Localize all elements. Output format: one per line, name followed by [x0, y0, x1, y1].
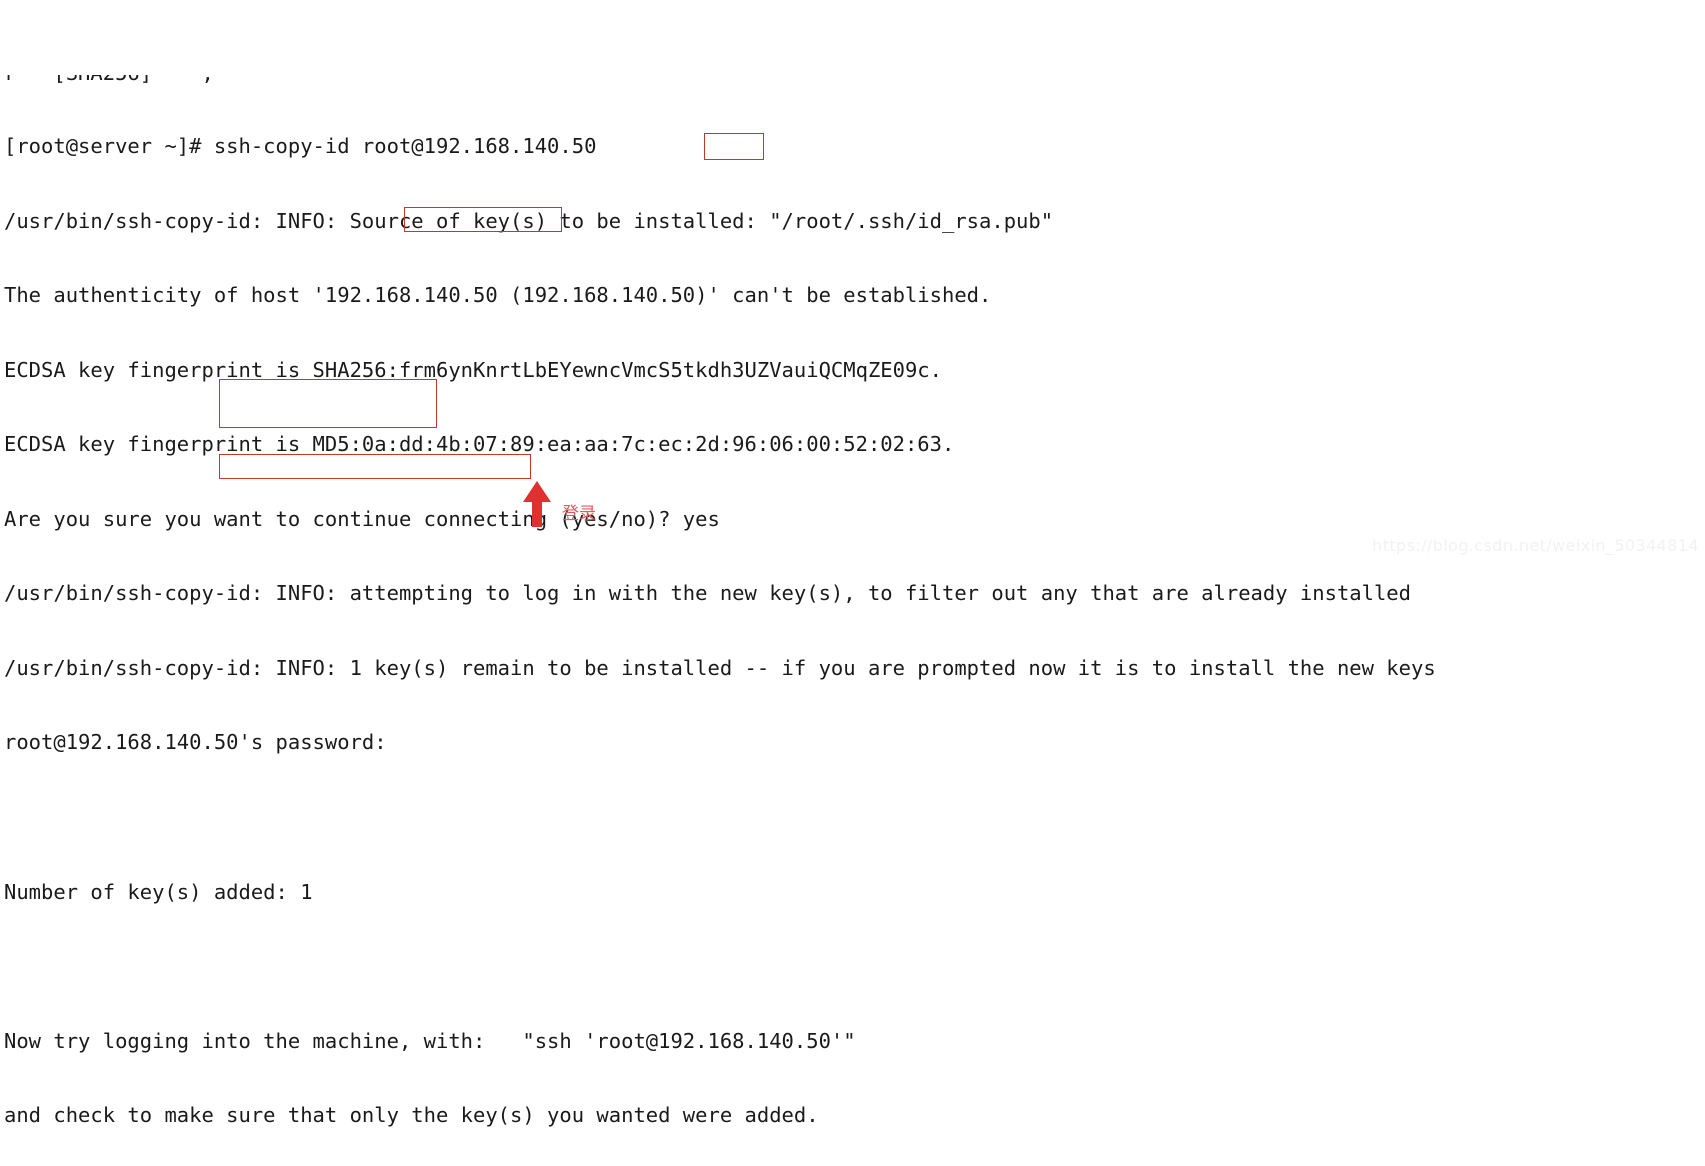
terminal-line: Now try logging into the machine, with: …	[4, 1028, 856, 1053]
terminal-line: Number of key(s) added: 1	[4, 879, 313, 904]
terminal-line: [root@server ~]# ssh-copy-id root@192.16…	[4, 134, 597, 159]
annotation-label-login: 登录	[562, 504, 596, 524]
terminal-line: /usr/bin/ssh-copy-id: INFO: attempting t…	[4, 581, 1411, 606]
terminal-line: The authenticity of host '192.168.140.50…	[4, 283, 992, 308]
terminal-line: r [SHA256] ,	[0, 75, 1705, 85]
watermark: https://blog.csdn.net/weixin_50344814	[1372, 536, 1699, 555]
terminal-line: ECDSA key fingerprint is SHA256:frm6ynKn…	[4, 357, 942, 382]
terminal-line: /usr/bin/ssh-copy-id: INFO: 1 key(s) rem…	[4, 655, 1436, 680]
terminal-window[interactable]: r [SHA256] , [root@server ~]# ssh-copy-i…	[0, 0, 1705, 1127]
terminal-line: Are you sure you want to continue connec…	[4, 506, 720, 531]
terminal-line: root@192.168.140.50's password:	[4, 730, 387, 755]
terminal-line: ECDSA key fingerprint is MD5:0a:dd:4b:07…	[4, 432, 955, 457]
terminal-line: /usr/bin/ssh-copy-id: INFO: Source of ke…	[4, 208, 1054, 233]
terminal-line: and check to make sure that only the key…	[4, 1103, 819, 1128]
